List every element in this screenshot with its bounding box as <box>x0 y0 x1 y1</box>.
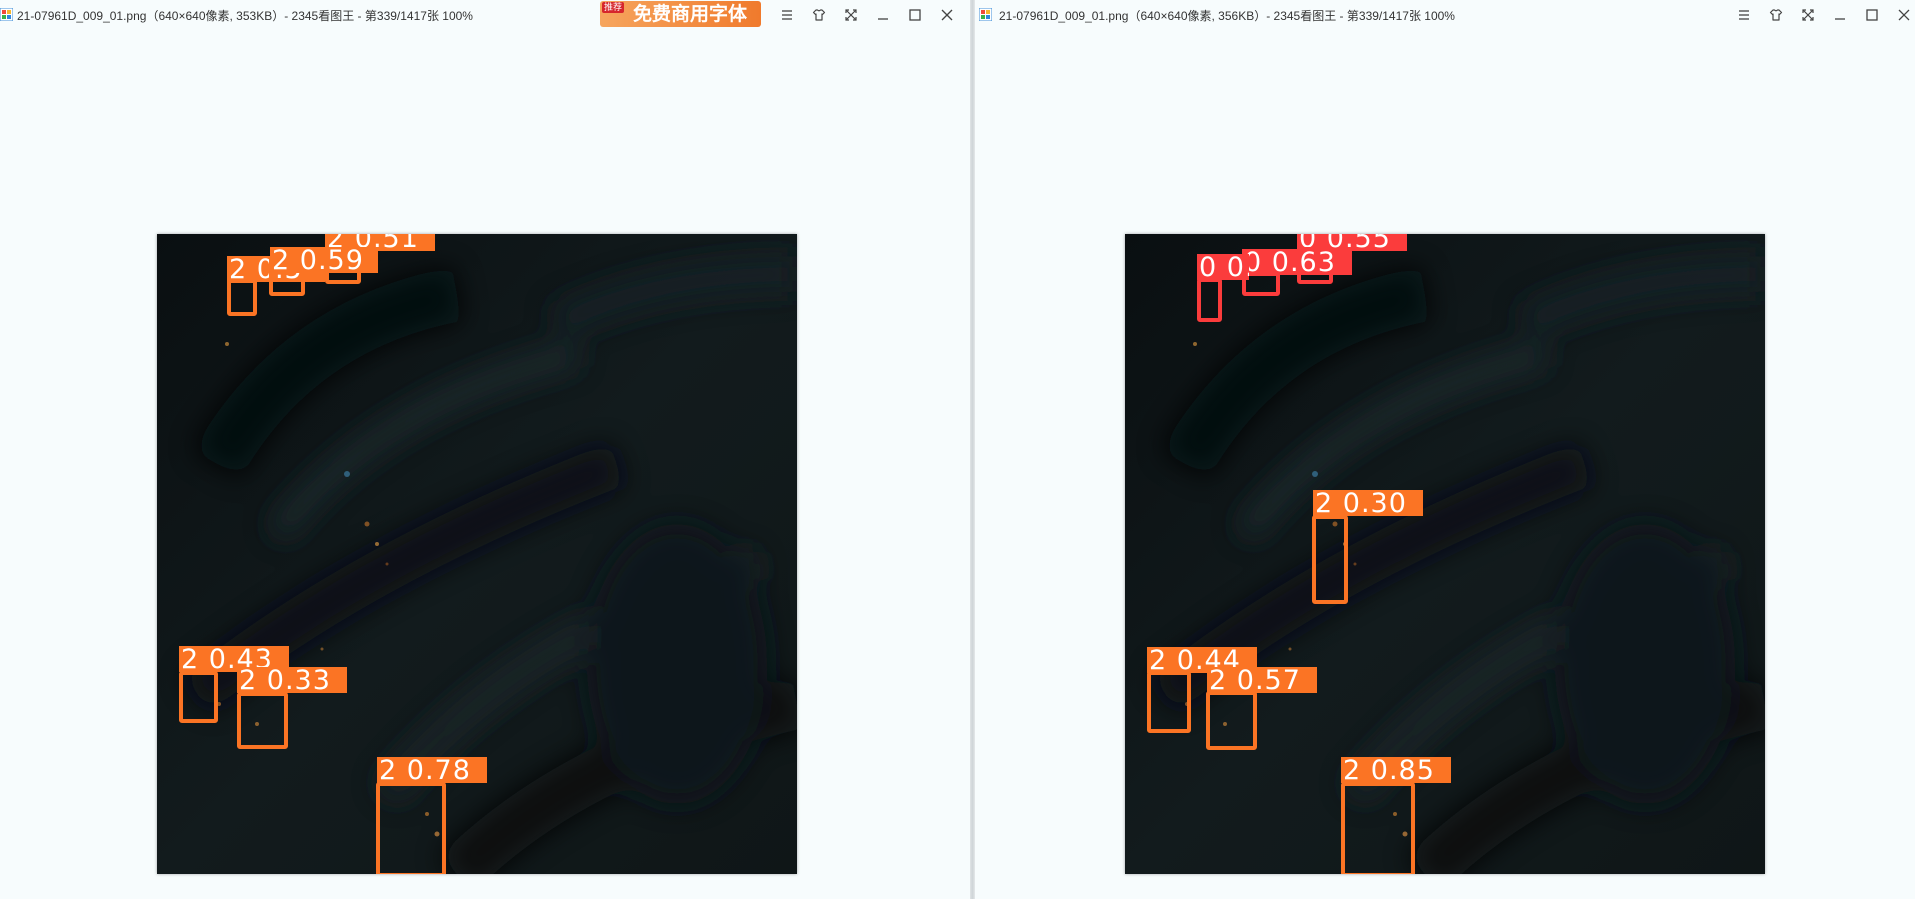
fullscreen-icon[interactable] <box>1797 4 1819 26</box>
image-canvas-right[interactable]: 0 0.55 0 0.63 0 0. 2 0.30 2 0.44 2 0.57 … <box>1125 234 1765 874</box>
detection-label: 2 0.85 <box>1341 757 1451 783</box>
color-grid-app-icon <box>979 8 992 21</box>
detection-label: 2 0.57 <box>1207 667 1317 693</box>
app-root: 21-07961D_009_01.png（640×640像素, 353KB）- … <box>0 0 1915 899</box>
detection-box <box>1312 515 1348 604</box>
menu-icon[interactable] <box>1733 4 1755 26</box>
ad-text: 免费商用字体 <box>633 4 748 25</box>
window-title: 21-07961D_009_01.png（640×640像素, 356KB）- … <box>999 9 1455 23</box>
detection-box <box>1341 782 1415 874</box>
menu-icon[interactable] <box>776 4 798 26</box>
titlebar-right[interactable]: 21-07961D_009_01.png（640×640像素, 356KB）- … <box>975 0 1915 30</box>
detection-box <box>179 671 218 723</box>
detection-label: 2 0.33 <box>237 667 347 693</box>
window-controls-right <box>1733 4 1915 26</box>
image-canvas-left[interactable]: 2 0.51 2 0.5 2 0.59 2 0.43 2 0.33 2 0.78 <box>157 234 797 874</box>
close-icon[interactable] <box>1893 4 1915 26</box>
detection-label: 0 0. <box>1197 254 1249 280</box>
detection-box <box>1206 691 1257 750</box>
ad-recommend-tag: 推荐 <box>602 2 625 13</box>
detection-box <box>1147 671 1191 733</box>
detections-right: 0 0.55 0 0.63 0 0. 2 0.30 2 0.44 2 0.57 … <box>1125 234 1765 874</box>
minimize-icon[interactable] <box>1829 4 1851 26</box>
skin-icon[interactable] <box>1765 4 1787 26</box>
viewer-window-right: 21-07961D_009_01.png（640×640像素, 356KB）- … <box>975 0 1915 899</box>
detection-box <box>237 692 288 749</box>
detection-box <box>1197 278 1222 322</box>
window-controls-left <box>776 4 966 26</box>
maximize-icon[interactable] <box>1861 4 1883 26</box>
skin-icon[interactable] <box>808 4 830 26</box>
viewer-window-left: 21-07961D_009_01.png（640×640像素, 353KB）- … <box>0 0 970 899</box>
titlebar-left[interactable]: 21-07961D_009_01.png（640×640像素, 353KB）- … <box>0 0 970 30</box>
detections-left: 2 0.51 2 0.5 2 0.59 2 0.43 2 0.33 2 0.78 <box>157 234 797 874</box>
fullscreen-icon[interactable] <box>840 4 862 26</box>
maximize-icon[interactable] <box>904 4 926 26</box>
detection-label: 2 0.78 <box>377 757 487 783</box>
detection-label: 2 0.30 <box>1313 490 1423 516</box>
detection-box <box>227 279 257 316</box>
close-icon[interactable] <box>936 4 958 26</box>
detection-box <box>376 782 446 874</box>
minimize-icon[interactable] <box>872 4 894 26</box>
detection-label: 2 0.59 <box>270 247 378 273</box>
ad-banner-free-fonts[interactable]: 推荐 免费商用字体 <box>600 1 761 27</box>
color-grid-app-icon <box>0 8 13 21</box>
window-title: 21-07961D_009_01.png（640×640像素, 353KB）- … <box>17 9 473 23</box>
